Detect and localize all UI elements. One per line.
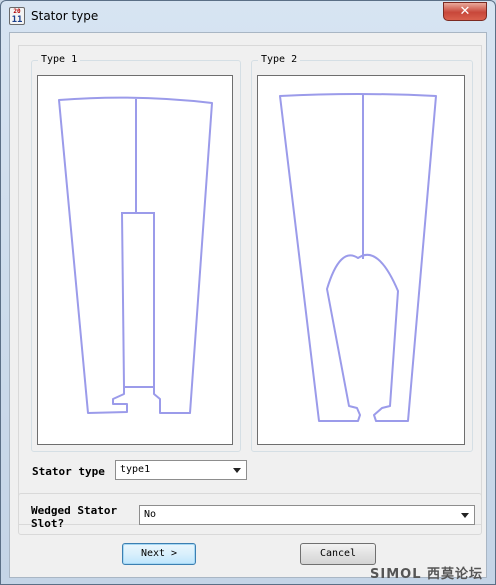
app-icon: 20 11 bbox=[9, 7, 25, 25]
type1-slot-outline bbox=[120, 212, 155, 388]
app-icon-text-bottom: 11 bbox=[11, 15, 23, 25]
type1-label: Type 1 bbox=[38, 54, 81, 65]
type1-slot-drawing bbox=[58, 96, 213, 414]
wedged-value: No bbox=[144, 509, 157, 520]
watermark-logo: SIMOL 西莫论坛 bbox=[370, 567, 483, 582]
wedged-select[interactable]: No bbox=[139, 505, 475, 525]
types-frame: Type 1 Type 2 Stator type type1 bbox=[18, 45, 482, 525]
stator-type-label: Stator type bbox=[32, 465, 105, 478]
chevron-down-icon[interactable] bbox=[461, 513, 469, 518]
close-button[interactable]: ✕ bbox=[443, 2, 487, 21]
type2-label: Type 2 bbox=[258, 54, 301, 65]
type2-panel[interactable] bbox=[257, 75, 465, 445]
cancel-button[interactable]: Cancel bbox=[300, 543, 376, 565]
dialog-client-area: Type 1 Type 2 Stator type type1 Wedged S… bbox=[9, 32, 487, 578]
type1-panel[interactable] bbox=[37, 75, 233, 445]
type1-group: Type 1 bbox=[31, 54, 241, 452]
title-bar[interactable]: 20 11 Stator type ✕ bbox=[1, 1, 495, 31]
wedged-label-line2: Slot? bbox=[31, 517, 65, 530]
stator-type-value: type1 bbox=[120, 464, 151, 475]
type2-slot-drawing bbox=[279, 93, 437, 422]
next-button[interactable]: Next > bbox=[122, 543, 196, 565]
wedged-frame: Wedged Stator Slot? No bbox=[18, 493, 482, 535]
stator-type-select[interactable]: type1 bbox=[115, 460, 247, 480]
type2-tooth-outline bbox=[279, 93, 437, 422]
window-title: Stator type bbox=[31, 9, 99, 23]
type2-group: Type 2 bbox=[251, 54, 473, 452]
wedged-label: Wedged Stator Slot? bbox=[31, 504, 117, 530]
wedged-label-line1: Wedged Stator bbox=[31, 504, 118, 517]
chevron-down-icon[interactable] bbox=[233, 468, 241, 473]
stator-type-dialog: 20 11 Stator type ✕ Type 1 Type 2 Stator… bbox=[0, 0, 496, 585]
close-icon: ✕ bbox=[459, 4, 471, 19]
